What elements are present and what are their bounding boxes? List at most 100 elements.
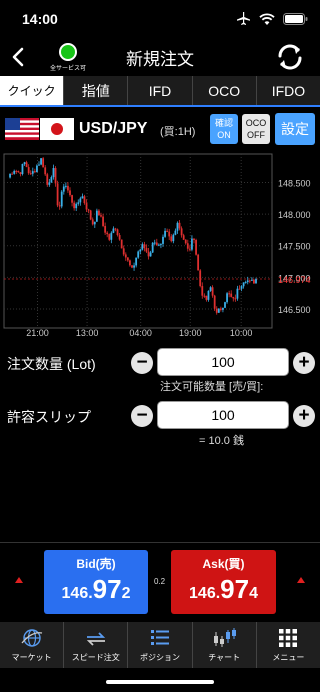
ask-price-prefix: 146. — [189, 585, 221, 602]
ask-buy-button[interactable]: Ask(買) 146.974 — [171, 550, 276, 614]
candle-body — [106, 232, 109, 235]
current-price-label: 146.974 — [278, 275, 311, 285]
nav-menu[interactable]: メニュー — [257, 622, 320, 668]
candle-body — [46, 174, 49, 185]
bid-label: Bid(売) — [76, 557, 116, 571]
grid-menu-icon — [279, 629, 298, 647]
candle-body — [36, 165, 38, 173]
candle-body — [170, 236, 173, 242]
ask-label: Ask(買) — [202, 557, 245, 571]
slippage-row: 許容スリップ − 100 + — [0, 401, 320, 431]
candle-body — [21, 164, 24, 175]
candle-body — [139, 249, 142, 252]
candle-body — [87, 209, 90, 211]
x-tick-label: 13:00 — [76, 328, 99, 338]
quantity-minus-button[interactable]: − — [131, 352, 153, 374]
candle-body — [56, 183, 59, 206]
oco-toggle-button[interactable]: OCO OFF — [242, 114, 270, 144]
candle-body — [110, 232, 113, 240]
candle-body — [178, 222, 181, 229]
candle-body — [42, 158, 45, 168]
candle-body — [215, 308, 218, 313]
quantity-plus-button[interactable]: + — [293, 352, 315, 374]
candle-body — [31, 171, 34, 174]
candle-body — [69, 190, 71, 196]
candle-body — [168, 231, 171, 237]
tab-ifdo[interactable]: IFDO — [257, 76, 320, 105]
candle-body — [248, 280, 251, 282]
candle-body — [114, 228, 117, 230]
slippage-plus-button[interactable]: + — [293, 405, 315, 427]
tab-oco[interactable]: OCO — [193, 76, 257, 105]
candle-body — [250, 279, 253, 281]
candle-body — [157, 244, 160, 246]
candle-body — [71, 195, 73, 203]
nav-positions-label: ポジション — [140, 653, 180, 662]
candle-body — [224, 302, 226, 308]
candle-body — [244, 282, 247, 284]
candle-body — [232, 296, 235, 299]
candle-body — [126, 257, 129, 261]
candle-body — [108, 234, 111, 240]
slippage-input[interactable]: 100 — [157, 401, 289, 429]
x-tick-label: 19:00 — [179, 328, 202, 338]
pair-name[interactable]: USD/JPY — [79, 120, 147, 138]
refresh-button[interactable] — [274, 41, 306, 73]
candle-body — [135, 257, 138, 266]
candle-body — [191, 238, 193, 250]
candle-body — [255, 279, 257, 284]
candle-body — [209, 287, 212, 291]
x-tick-label: 04:00 — [129, 328, 152, 338]
candle-body — [155, 242, 158, 245]
candle-body — [197, 254, 200, 271]
candle-body — [9, 173, 11, 178]
quantity-row: 注文数量 (Lot) − 100 + — [0, 348, 320, 378]
candle-body — [13, 170, 16, 174]
jp-flag-icon — [40, 118, 74, 140]
nav-chart-label: チャート — [208, 653, 241, 662]
candle-body — [151, 242, 154, 253]
nav-positions[interactable]: ポジション — [128, 622, 193, 668]
bid-sell-button[interactable]: Bid(売) 146.972 — [44, 550, 148, 614]
candle-body — [133, 265, 135, 268]
candle-body — [137, 251, 140, 258]
globe-icon — [21, 629, 42, 647]
candle-body — [95, 210, 98, 222]
slippage-minus-button[interactable]: − — [131, 405, 153, 427]
candle-body — [166, 230, 169, 232]
confirm-toggle-label: 確認 — [214, 118, 233, 128]
ask-up-arrow-icon — [297, 577, 305, 583]
candle-body — [145, 248, 148, 252]
pair-row: USD/JPY (買:1H) 確認 ON OCO OFF 設定 — [0, 110, 320, 150]
candle-body — [112, 228, 115, 233]
candle-body — [91, 219, 94, 225]
tab-quick[interactable]: クイック — [0, 76, 65, 105]
nav-chart[interactable]: チャート — [193, 622, 257, 668]
candle-body — [124, 254, 127, 258]
tab-limit[interactable]: 指値 — [64, 76, 129, 105]
nav-speed-order[interactable]: スピード注文 — [64, 622, 129, 668]
candle-body — [176, 222, 179, 231]
candle-body — [89, 210, 92, 220]
quantity-input[interactable]: 100 — [157, 348, 289, 376]
candle-body — [25, 162, 28, 168]
candle-body — [153, 242, 156, 244]
nav-market[interactable]: マーケット — [0, 622, 65, 668]
bid-up-arrow-icon — [15, 577, 23, 583]
candle-body — [217, 308, 220, 313]
candle-body — [129, 260, 131, 266]
candle-body — [162, 236, 164, 244]
candle-body — [230, 293, 233, 297]
oco-toggle-state: OFF — [247, 130, 265, 140]
candle-body — [58, 205, 61, 207]
candle-body — [77, 202, 80, 204]
slippage-label: 許容スリップ — [7, 409, 91, 425]
tab-ifd[interactable]: IFD — [128, 76, 193, 105]
bid-price-small: 2 — [121, 585, 131, 602]
confirm-toggle-button[interactable]: 確認 ON — [210, 114, 238, 144]
settings-button[interactable]: 設定 — [275, 113, 315, 145]
candle-body — [29, 173, 32, 175]
price-chart[interactable]: 148.500 148.000 147.500 147.000 146.500 21:00… — [0, 152, 320, 342]
y-tick-label: 147.500 — [278, 242, 311, 252]
candle-body — [238, 288, 241, 290]
